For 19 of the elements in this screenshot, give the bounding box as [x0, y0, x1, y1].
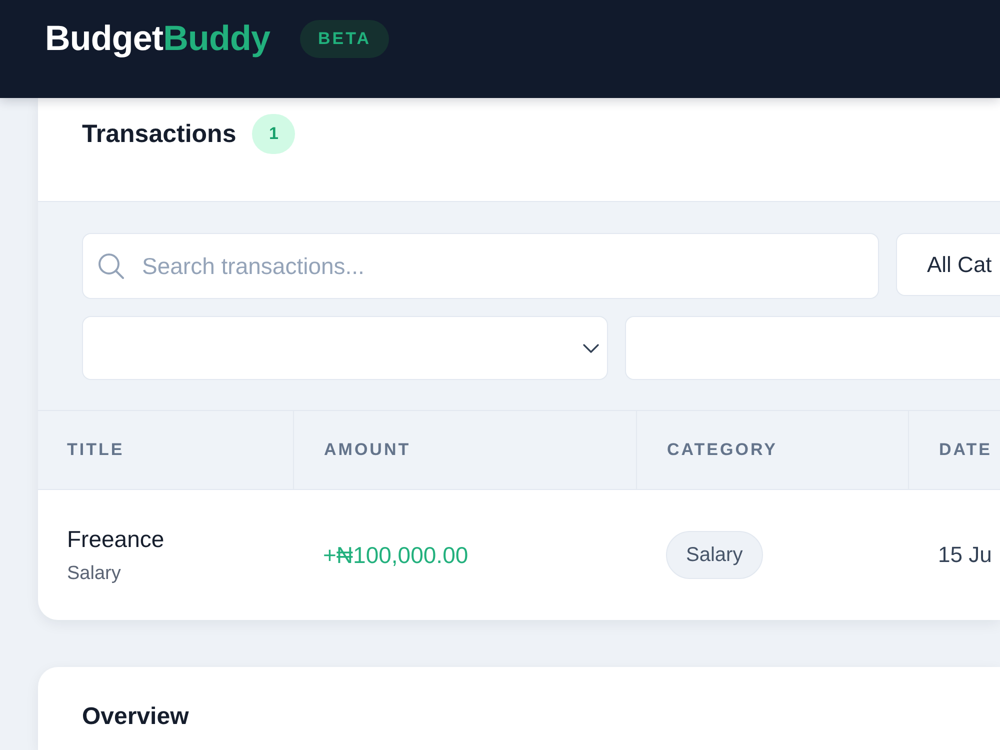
section-title: Transactions [82, 119, 236, 150]
transaction-subtitle: Salary [67, 562, 121, 586]
dropdown-field[interactable] [82, 316, 608, 380]
column-header: CATEGORY [636, 411, 908, 489]
category-tag: Salary [666, 531, 763, 579]
transaction-date: 15 Ju [938, 542, 992, 567]
search-field[interactable]: Search transactions... [82, 233, 879, 299]
column-header: DATE [908, 411, 1000, 489]
input-field[interactable] [625, 316, 1000, 380]
transaction-amount: +₦100,000.00 [323, 542, 468, 568]
app-logo[interactable]: BudgetBuddy [45, 18, 270, 60]
beta-badge: BETA [300, 20, 390, 58]
search-icon [98, 253, 124, 279]
transaction-title: Freeance [67, 525, 164, 554]
dropdown-field[interactable]: All Cat [896, 233, 1000, 296]
column-header: TITLE [66, 439, 126, 461]
section-title: Overview [82, 702, 189, 732]
column-header: AMOUNT [293, 411, 636, 489]
count-badge: 1 [252, 114, 296, 154]
